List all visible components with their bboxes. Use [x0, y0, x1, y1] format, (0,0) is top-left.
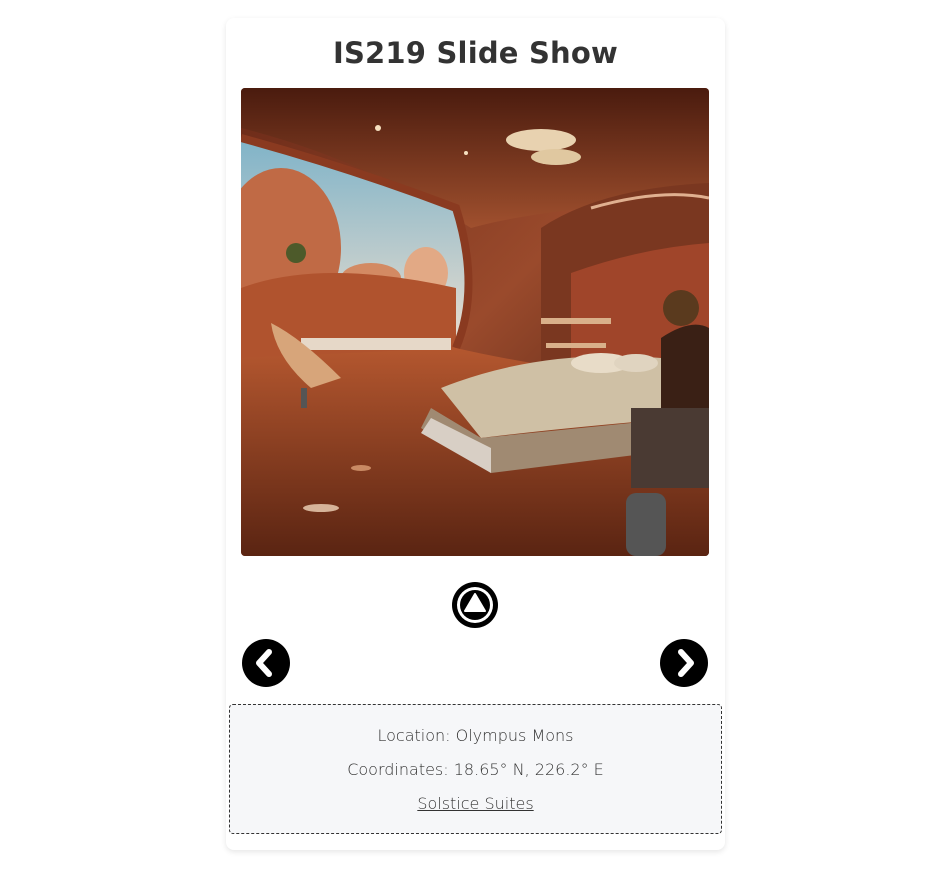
slide-image [241, 88, 709, 556]
chevron-left-circle-icon [242, 639, 290, 687]
location-text: Location: Olympus Mons [377, 726, 574, 745]
slideshow-toggle-button[interactable] [450, 580, 500, 630]
chevron-right-circle-icon [660, 639, 708, 687]
previous-slide-button[interactable] [241, 638, 291, 688]
circle-triangle-icon [452, 582, 498, 628]
hotel-link[interactable]: Solstice Suites [417, 794, 533, 813]
slide-info-box: Location: Olympus Mons Coordinates: 18.6… [229, 704, 722, 834]
slideshow-card: IS219 Slide Show Location: Olympus Mons … [226, 18, 725, 850]
next-slide-button[interactable] [659, 638, 709, 688]
coordinates-text: Coordinates: 18.65° N, 226.2° E [347, 760, 604, 779]
hotel-link-row: Solstice Suites [230, 794, 721, 813]
page-title: IS219 Slide Show [332, 36, 619, 70]
